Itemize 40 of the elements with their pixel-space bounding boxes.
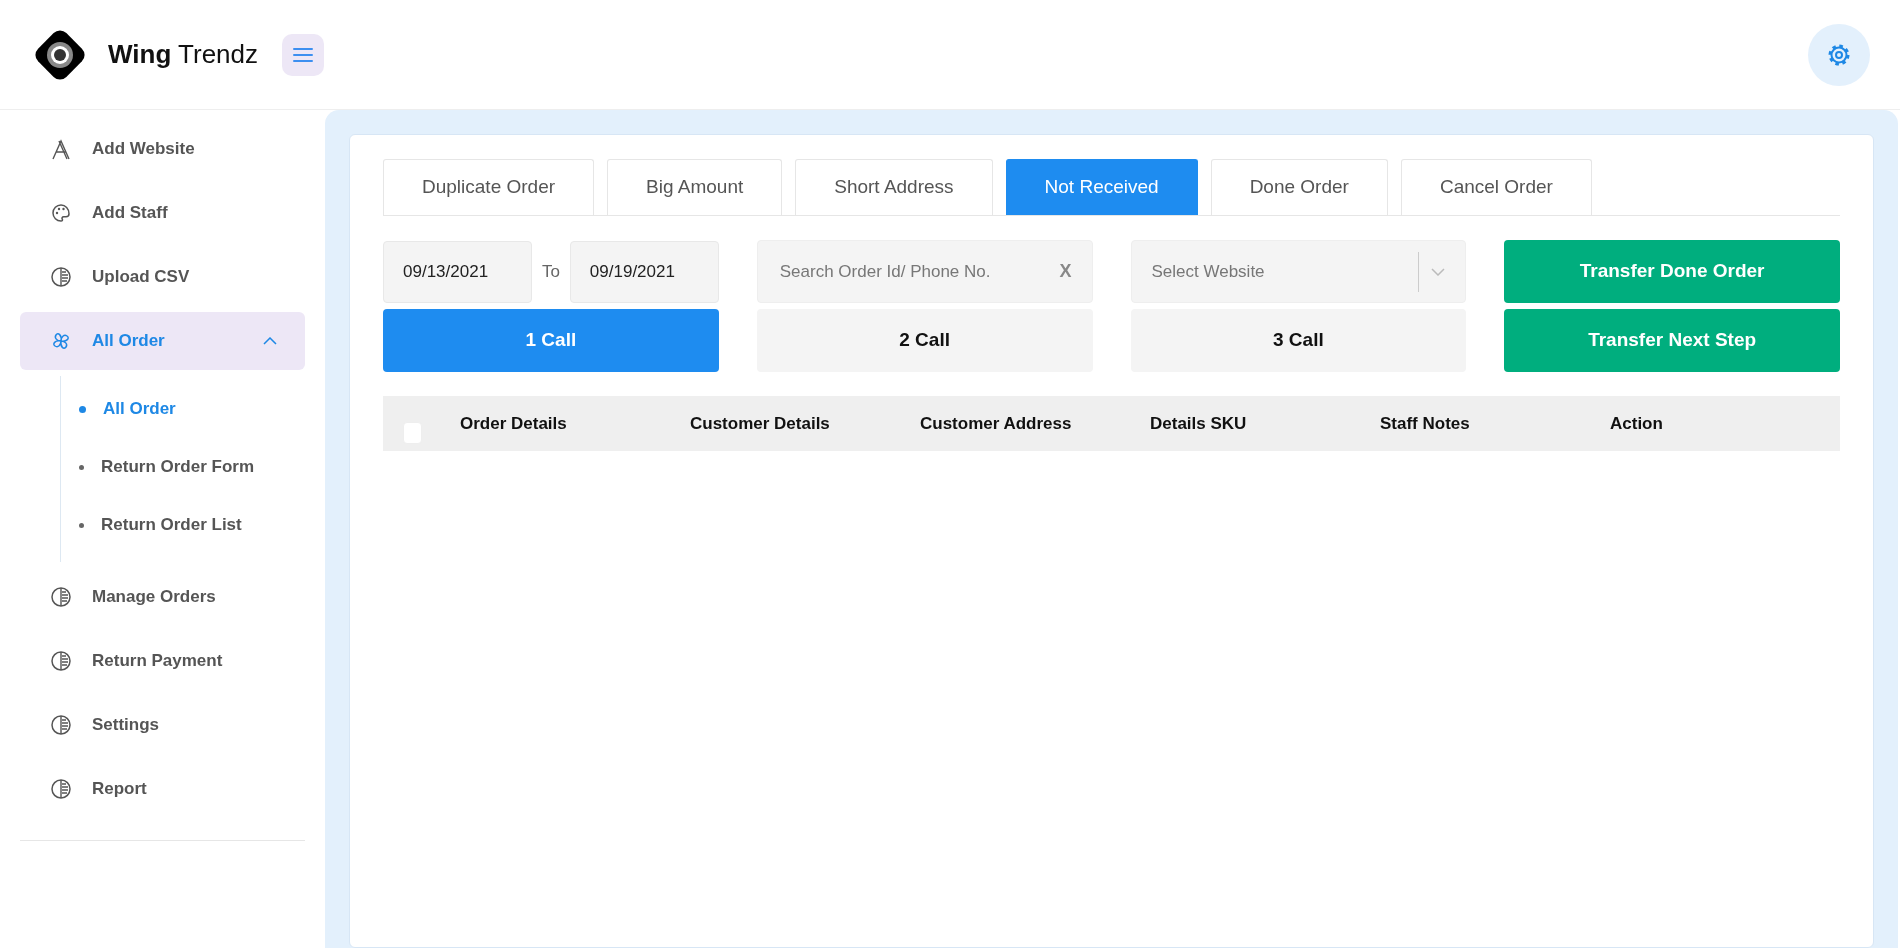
sidebar-item[interactable]: Manage Orders — [20, 568, 305, 626]
call-button[interactable]: 2 Call — [756, 309, 1093, 372]
column-header: Order Details — [460, 412, 568, 435]
sidebar-item[interactable]: Upload CSV — [20, 248, 305, 306]
menu-icon — [293, 46, 314, 63]
sidebar-item[interactable]: Add Website — [20, 120, 305, 178]
chevron-up-icon — [263, 337, 277, 345]
sidebar-item[interactable]: Report — [20, 760, 305, 818]
brand-name: Wing Trendz — [108, 38, 259, 71]
date-field[interactable]: 09/19/2021 — [569, 241, 719, 303]
column-header: Action — [1610, 412, 1664, 435]
date-field[interactable]: 09/13/2021 — [383, 241, 532, 303]
tab[interactable]: Cancel Order — [1400, 159, 1592, 215]
date-separator-label: To — [541, 261, 560, 284]
font-icon — [50, 138, 72, 160]
pie-chart-icon — [50, 778, 72, 800]
sidebar-item[interactable]: Return Payment — [20, 632, 305, 690]
tab[interactable]: Done Order — [1210, 159, 1388, 215]
chevron-down-icon — [1431, 267, 1446, 276]
submenu-item[interactable]: Return Order List — [61, 496, 305, 554]
submenu-item[interactable]: All Order — [61, 380, 305, 438]
website-select[interactable]: Select Website — [1130, 240, 1467, 303]
pie-chart-icon — [50, 586, 72, 608]
fan-icon — [50, 330, 72, 352]
tab[interactable]: Short Address — [795, 159, 993, 215]
pie-chart-icon — [50, 714, 72, 736]
sidebar-item[interactable]: Settings — [20, 696, 305, 754]
column-header: Staff Notes — [1380, 412, 1471, 435]
submenu-item[interactable]: Return Order Form — [61, 438, 305, 496]
column-header: Customer Details — [690, 412, 831, 435]
call-button[interactable]: 3 Call — [1130, 309, 1467, 372]
menu-button[interactable] — [282, 33, 325, 76]
palette-icon — [50, 202, 72, 224]
sidebar-item[interactable]: Add Staff — [20, 184, 305, 242]
column-header: Details SKU — [1150, 412, 1248, 435]
pie-chart-icon — [50, 650, 72, 672]
tab[interactable]: Big Amount — [607, 159, 783, 215]
pie-chart-icon — [50, 266, 72, 288]
tab[interactable]: Duplicate Order — [383, 159, 595, 215]
column-header: Customer Address — [920, 412, 1073, 435]
